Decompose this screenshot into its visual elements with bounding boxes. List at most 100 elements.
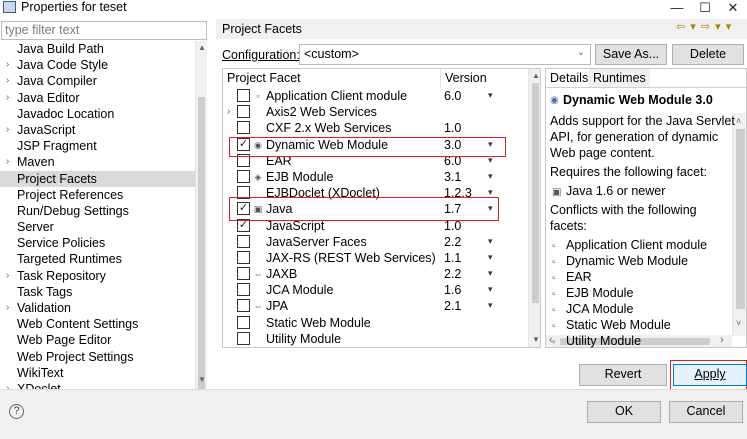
tree-scroll-thumb[interactable] — [198, 97, 205, 402]
facet-scrollbar[interactable]: ▲ ▼ — [528, 69, 540, 347]
tree-item[interactable]: Run/Debug Settings — [0, 203, 195, 219]
facet-version[interactable]: 2.2 — [444, 266, 461, 282]
facet-row[interactable]: Web Fragment Module 3.0 ▾ — [223, 347, 528, 348]
scroll-up-icon[interactable]: ▲ — [532, 71, 540, 80]
tree-item[interactable]: Service Policies — [0, 235, 195, 251]
version-dropdown-icon[interactable]: ▾ — [488, 233, 493, 249]
tree-item[interactable]: Project References — [0, 187, 195, 203]
minimize-button[interactable]: — — [663, 0, 691, 17]
facet-row[interactable]: › Axis2 Web Services — [223, 104, 528, 120]
revert-button[interactable]: Revert — [579, 364, 667, 386]
facet-row[interactable]: ⇔ JAXB 2.2 ▾ — [223, 266, 528, 282]
facet-checkbox[interactable] — [237, 315, 250, 329]
tab-runtimes[interactable]: Runtimes — [589, 69, 650, 87]
version-dropdown-icon[interactable]: ▾ — [488, 265, 493, 281]
maximize-button[interactable]: ☐ — [691, 0, 719, 17]
chevron-up-icon[interactable]: ˄ — [736, 116, 741, 126]
tree-item[interactable]: › XDoclet — [0, 381, 195, 389]
facet-row[interactable]: CXF 2.x Web Services 1.0 — [223, 120, 528, 136]
tree-item[interactable]: Web Page Editor — [0, 332, 195, 348]
facet-checkbox[interactable] — [237, 331, 250, 345]
cancel-button[interactable]: Cancel — [669, 401, 743, 423]
facet-row[interactable]: JAX-RS (REST Web Services) 1.1 ▾ — [223, 250, 528, 266]
version-dropdown-icon[interactable]: ▾ — [488, 281, 493, 297]
chevron-right-icon[interactable]: › — [6, 154, 9, 170]
facet-checkbox[interactable] — [237, 89, 250, 102]
facet-row[interactable]: ◈ EJB Module 3.1 ▾ — [223, 169, 528, 185]
facet-checkbox[interactable] — [237, 267, 250, 281]
facet-version[interactable]: 2.1 — [444, 298, 461, 314]
chevron-right-icon[interactable]: › — [6, 122, 9, 138]
tree-item[interactable]: Web Project Settings — [0, 349, 195, 365]
facet-checkbox[interactable] — [237, 250, 250, 264]
facet-version[interactable]: 2.2 — [444, 234, 461, 250]
tab-details[interactable]: Details — [546, 69, 594, 87]
details-scroll-thumb[interactable] — [736, 129, 745, 309]
col-version-header[interactable]: Version — [440, 69, 525, 88]
save-as-button[interactable]: Save As... — [595, 44, 667, 65]
facet-version[interactable]: 1.1 — [444, 250, 461, 266]
tree-scrollbar[interactable]: ▲ ▼ — [195, 41, 207, 402]
version-dropdown-icon[interactable]: ▾ — [488, 87, 493, 103]
chevron-right-icon[interactable]: › — [6, 90, 9, 106]
facet-checkbox[interactable] — [237, 299, 250, 313]
chevron-right-icon[interactable]: › — [6, 381, 9, 389]
filter-input[interactable]: type filter text — [1, 21, 207, 40]
chevron-right-icon[interactable]: › — [6, 300, 9, 316]
tree-item[interactable]: › Maven — [0, 154, 195, 170]
scroll-down-icon[interactable]: ▼ — [532, 335, 540, 344]
version-dropdown-icon[interactable]: ▾ — [488, 249, 493, 265]
tree-item[interactable]: Targeted Runtimes — [0, 251, 195, 267]
apply-button[interactable]: Apply — [673, 364, 747, 386]
facet-checkbox[interactable] — [237, 283, 250, 297]
facet-row[interactable]: JCA Module 1.6 ▾ — [223, 282, 528, 298]
delete-button[interactable]: Delete — [672, 44, 744, 65]
chevron-right-icon[interactable]: › — [6, 268, 9, 284]
configuration-select[interactable]: <custom> ⌄ — [299, 44, 591, 65]
tree-item[interactable]: WikiText — [0, 365, 195, 381]
tree-item[interactable]: › Java Code Style — [0, 57, 195, 73]
tree-item[interactable]: › Task Repository — [0, 268, 195, 284]
facet-row[interactable]: ⇔ JPA 2.1 ▾ — [223, 298, 528, 314]
facet-version[interactable]: 1.6 — [444, 282, 461, 298]
window-icon — [3, 1, 16, 13]
facet-version[interactable]: 3.0 — [444, 347, 461, 348]
tree-item[interactable]: JSP Fragment — [0, 138, 195, 154]
chevron-down-icon[interactable]: ˅ — [736, 318, 741, 328]
chevron-right-icon[interactable]: › — [6, 73, 9, 89]
facet-checkbox[interactable] — [237, 234, 250, 248]
close-button[interactable]: ✕ — [719, 0, 747, 17]
tree-item[interactable]: Project Facets — [0, 170, 195, 187]
chevron-right-icon[interactable]: › — [6, 57, 9, 73]
facet-version[interactable]: 6.0 — [444, 88, 461, 104]
facet-scroll-thumb[interactable] — [532, 83, 539, 303]
col-facet-header[interactable]: Project Facet — [223, 69, 440, 88]
tree-item[interactable]: Server — [0, 219, 195, 235]
facet-version[interactable]: 1.0 — [444, 120, 461, 136]
tree-item[interactable]: › Java Editor — [0, 90, 195, 106]
tree-item[interactable]: › Validation — [0, 300, 195, 316]
facet-checkbox[interactable] — [237, 121, 250, 135]
tree-item[interactable]: Javadoc Location — [0, 106, 195, 122]
help-icon[interactable]: ? — [9, 404, 24, 419]
version-dropdown-icon[interactable]: ▾ — [488, 168, 493, 184]
nav-arrows-icon[interactable]: ⇦ ▾ ⇨ ▾ ▾ — [676, 20, 732, 33]
facet-row[interactable]: ▫ Application Client module 6.0 ▾ — [223, 88, 528, 104]
tree-item[interactable]: › Java Compiler — [0, 73, 195, 89]
scroll-down-icon[interactable]: ▼ — [198, 375, 206, 384]
ok-button[interactable]: OK — [587, 401, 661, 423]
version-dropdown-icon[interactable]: ▾ — [488, 297, 493, 313]
facet-version[interactable]: 3.1 — [444, 169, 461, 185]
tree-item[interactable]: Task Tags — [0, 284, 195, 300]
facet-checkbox[interactable] — [237, 169, 250, 183]
facet-row[interactable]: JavaServer Faces 2.2 ▾ — [223, 234, 528, 250]
scroll-up-icon[interactable]: ▲ — [198, 43, 206, 52]
expand-icon[interactable]: › — [227, 104, 230, 120]
tree-item[interactable]: › JavaScript — [0, 122, 195, 138]
version-dropdown-icon[interactable]: ▾ — [488, 346, 493, 347]
facet-checkbox[interactable] — [237, 105, 250, 119]
tree-item[interactable]: Web Content Settings — [0, 316, 195, 332]
tree-item[interactable]: Java Build Path — [0, 41, 195, 57]
facet-row[interactable]: Static Web Module — [223, 315, 528, 331]
facet-row[interactable]: Utility Module — [223, 331, 528, 347]
